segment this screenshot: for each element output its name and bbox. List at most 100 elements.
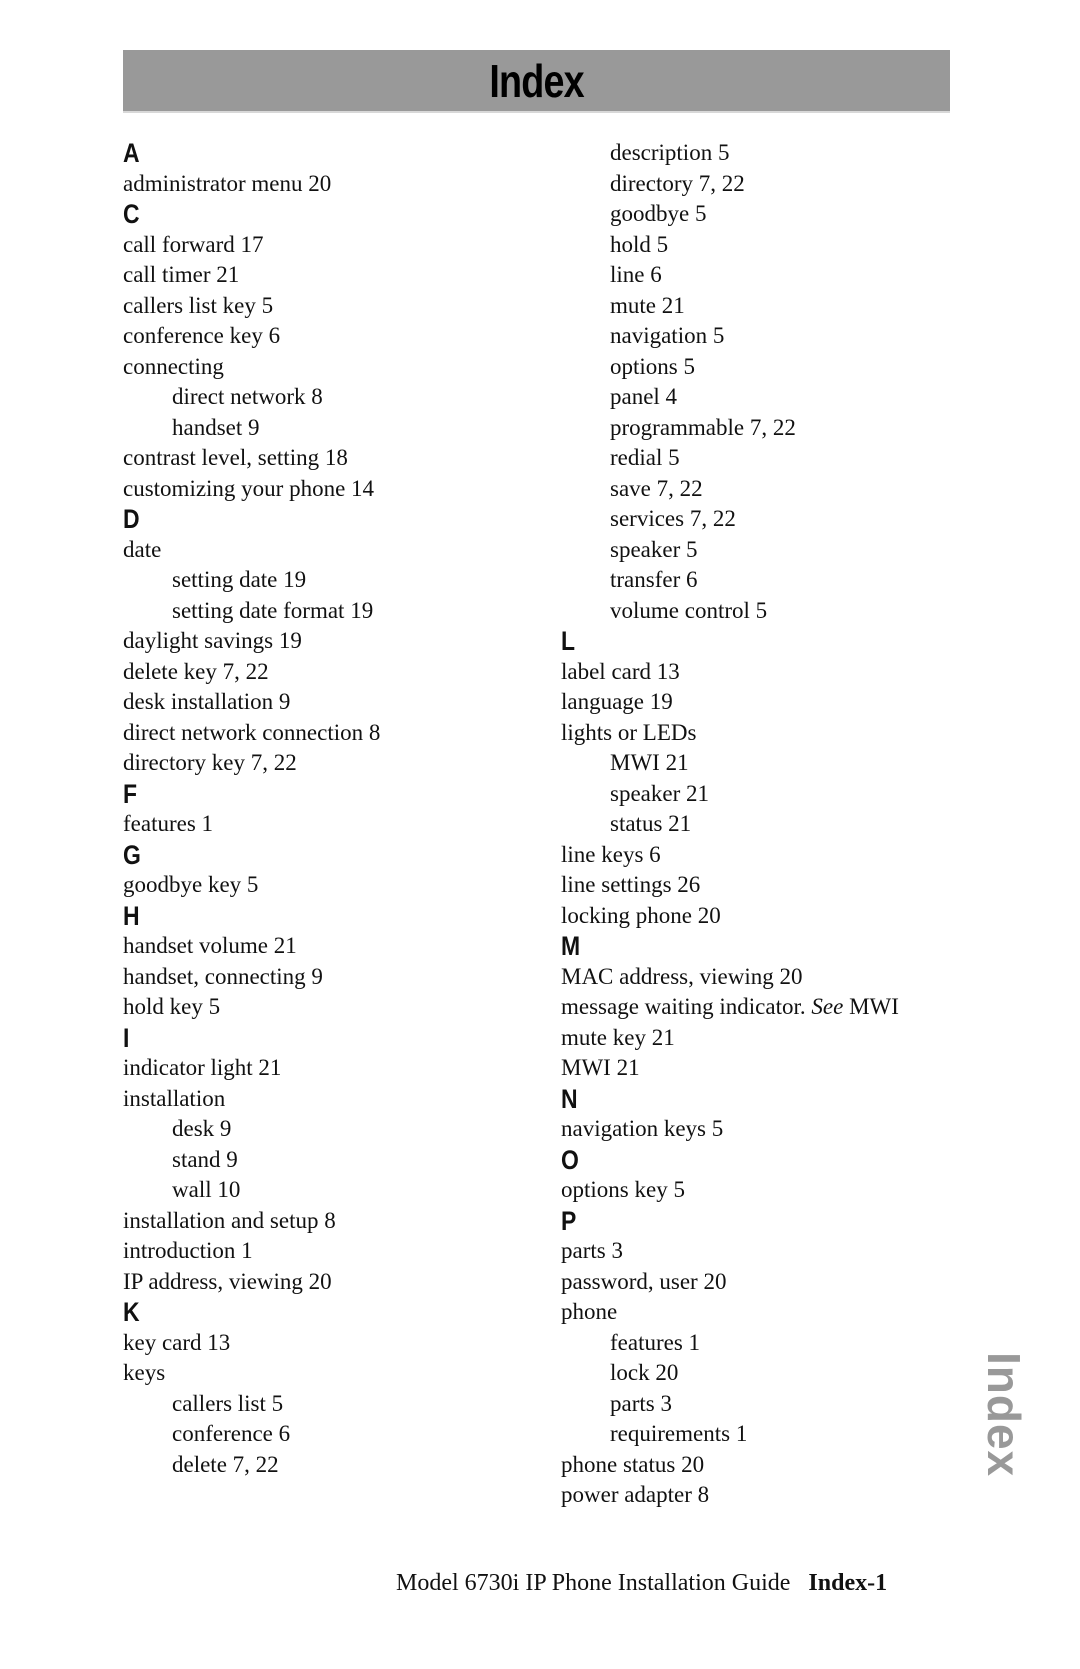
entry-text: options 5 <box>610 353 695 379</box>
index-subentry: lock 20 <box>561 1358 899 1389</box>
entry-text: callers list 5 <box>172 1390 284 1416</box>
index-subentry: requirements 1 <box>561 1419 899 1450</box>
index-entry: delete key 7, 22 <box>123 657 380 688</box>
entry-text: locking phone 20 <box>561 902 721 928</box>
entry-text: parts 3 <box>561 1238 623 1263</box>
letter-text: G <box>123 839 141 870</box>
index-entry: callers list key 5 <box>123 291 380 322</box>
entry-text: key card 13 <box>123 1329 231 1355</box>
entry-text: keys <box>123 1360 166 1385</box>
entry-text: features 1 <box>610 1329 701 1355</box>
entry-text: navigation keys 5 <box>561 1116 724 1141</box>
entry-text: wall 10 <box>172 1177 241 1202</box>
entry-text: direct network 8 <box>172 384 323 409</box>
index-entry: navigation keys 5 <box>561 1114 899 1145</box>
index-entry: IP address, viewing 20 <box>123 1267 380 1298</box>
entry-text: mute key 21 <box>561 1024 675 1050</box>
letter-text: I <box>123 1022 130 1053</box>
index-entry: direct network connection 8 <box>123 718 380 749</box>
entry-text: handset, connecting 9 <box>123 963 323 989</box>
entry-text: setting date 19 <box>172 567 307 592</box>
index-entry: call timer 21 <box>123 260 380 291</box>
see-reference: See <box>811 994 844 1019</box>
index-entry: introduction 1 <box>123 1236 380 1267</box>
entry-text: goodbye key 5 <box>123 872 259 897</box>
index-entry: hold key 5 <box>123 992 380 1023</box>
index-letter-heading: A <box>123 138 380 169</box>
entry-text: requirements 1 <box>610 1421 748 1446</box>
entry-text: connecting <box>123 353 224 379</box>
index-entry: options key 5 <box>561 1175 899 1206</box>
index-subentry: hold 5 <box>561 230 899 261</box>
index-subentry: setting date 19 <box>123 565 380 596</box>
entry-text: directory key 7, 22 <box>123 750 297 775</box>
entry-text: options key 5 <box>561 1177 685 1202</box>
entry-text: features 1 <box>123 811 214 836</box>
entry-text: goodbye 5 <box>610 201 707 226</box>
index-letter-heading: G <box>123 840 380 871</box>
entry-text: indicator light 21 <box>123 1055 282 1080</box>
page-footer: Model 6730i IP Phone Installation Guide I… <box>396 1570 887 1597</box>
index-entry: line keys 6 <box>561 840 899 871</box>
entry-text: description 5 <box>610 140 730 165</box>
index-column-right: description 5 directory 7, 22 goodbye 5 hol… <box>561 138 899 1511</box>
entry-text: navigation 5 <box>610 323 725 348</box>
index-subentry: callers list 5 <box>123 1389 380 1420</box>
entry-text: hold key 5 <box>123 994 221 1019</box>
side-tab-label: Index <box>978 1352 1030 1478</box>
index-entry: key card 13 <box>123 1328 380 1359</box>
entry-text: daylight savings 19 <box>123 628 302 653</box>
index-letter-heading: K <box>123 1297 380 1328</box>
entry-text: label card 13 <box>561 658 680 684</box>
entry-text: programmable 7, 22 <box>610 414 796 440</box>
letter-text: D <box>123 504 140 534</box>
entry-text: installation and setup 8 <box>123 1207 336 1233</box>
entry-text: message waiting indicator. <box>561 994 812 1019</box>
footer-guide-title: Model 6730i IP Phone Installation Guide <box>396 1570 791 1596</box>
index-subentry: redial 5 <box>561 443 899 474</box>
entry-text: introduction 1 <box>123 1238 253 1263</box>
index-subentry: directory 7, 22 <box>561 169 899 200</box>
entry-text: speaker 21 <box>610 780 709 806</box>
entry-text: setting date format 19 <box>172 597 374 623</box>
index-subentry: MWI 21 <box>561 748 899 779</box>
entry-text: power adapter 8 <box>561 1482 710 1507</box>
entry-text: password, user 20 <box>561 1268 727 1294</box>
entry-text: date <box>123 536 162 562</box>
index-entry: mute key 21 <box>561 1023 899 1054</box>
entry-text: lock 20 <box>610 1360 679 1385</box>
index-subentry: status 21 <box>561 809 899 840</box>
index-subentry: conference 6 <box>123 1419 380 1450</box>
entry-text: customizing your phone 14 <box>123 475 375 501</box>
entry-text: redial 5 <box>610 445 680 470</box>
index-letter-heading: C <box>123 199 380 230</box>
letter-text: L <box>561 626 576 656</box>
index-subentry: volume control 5 <box>561 596 899 627</box>
title-band: Index <box>123 50 950 113</box>
index-letter-heading: N <box>561 1084 899 1115</box>
index-subentry: programmable 7, 22 <box>561 413 899 444</box>
index-entry: installation <box>123 1084 380 1115</box>
entry-text: services 7, 22 <box>610 506 736 531</box>
index-entry: connecting <box>123 352 380 383</box>
index-subentry: direct network 8 <box>123 382 380 413</box>
index-subentry: handset 9 <box>123 413 380 444</box>
index-entry: administrator menu 20 <box>123 169 380 200</box>
letter-text: N <box>561 1083 578 1114</box>
index-entry: installation and setup 8 <box>123 1206 380 1237</box>
entry-text: conference 6 <box>172 1421 291 1446</box>
entry-text: delete key 7, 22 <box>123 658 269 684</box>
index-subentry: stand 9 <box>123 1145 380 1176</box>
index-entry: call forward 17 <box>123 230 380 261</box>
entry-text: handset 9 <box>172 414 260 440</box>
letter-text: F <box>123 778 138 809</box>
index-entry: handset volume 21 <box>123 931 380 962</box>
entry-text: phone <box>561 1299 618 1324</box>
entry-text: installation <box>123 1085 226 1111</box>
entry-text: desk 9 <box>172 1116 232 1141</box>
letter-text: O <box>561 1144 579 1175</box>
index-entry: indicator light 21 <box>123 1053 380 1084</box>
index-entry: goodbye key 5 <box>123 870 380 901</box>
index-subentry: panel 4 <box>561 382 899 413</box>
index-entry: features 1 <box>123 809 380 840</box>
